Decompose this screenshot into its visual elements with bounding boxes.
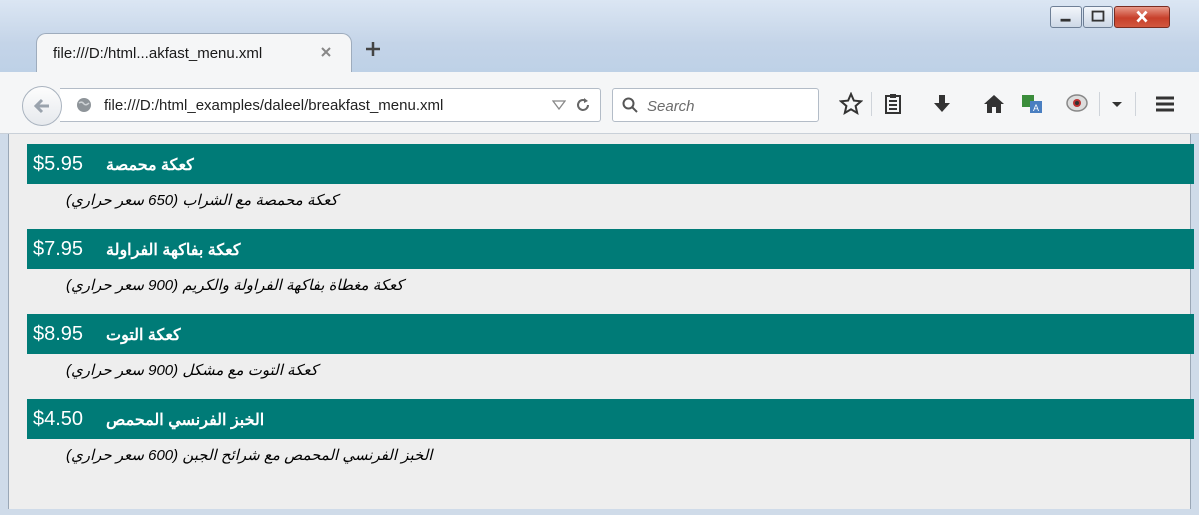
food-name: كعكة محمصة <box>106 157 194 174</box>
food-header: $7.95 كعكة بفاكهة الفراولة <box>27 229 1194 269</box>
tab-breakfast-menu[interactable]: file:///D:/html...akfast_menu.xml <box>36 33 352 73</box>
bookmark-button[interactable] <box>838 91 864 116</box>
page-content: $5.95 كعكة محمصة (كعكة محمصة مع الشراب (… <box>8 134 1194 509</box>
back-arrow-icon <box>33 98 49 114</box>
plus-icon[interactable] <box>362 38 384 60</box>
food-header: $5.95 كعكة محمصة <box>27 144 1194 184</box>
translate-button[interactable]: A <box>1020 92 1044 116</box>
chat-button[interactable] <box>1065 92 1089 116</box>
food-description: (كعكة التوت مع مشكل (900 سعر حراري <box>66 362 318 379</box>
food-name: كعكة التوت <box>106 327 181 344</box>
food-header: $8.95 كعكة التوت <box>27 314 1194 354</box>
home-icon <box>984 95 1004 113</box>
food-description: (الخبز الفرنسي المحمص مع شرائح الجبن (60… <box>66 447 433 464</box>
minimize-icon <box>1060 18 1071 22</box>
download-icon <box>934 95 950 112</box>
search-box[interactable] <box>612 88 819 122</box>
reading-list-button[interactable] <box>881 92 905 116</box>
toolbar-separator <box>1135 92 1136 116</box>
minimize-button[interactable] <box>1050 6 1082 28</box>
window-titlebar: file:///D:/html...akfast_menu.xml <box>0 0 1199 80</box>
navigation-toolbar: file:///D:/html_examples/daleel/breakfas… <box>0 72 1199 134</box>
chat-icon <box>1066 94 1088 112</box>
search-input[interactable] <box>645 95 814 117</box>
food-name: الخبز الفرنسي المحمص <box>106 412 265 429</box>
home-button[interactable] <box>982 92 1006 116</box>
close-button[interactable] <box>1114 6 1170 28</box>
food-price: $4.50 <box>33 408 84 430</box>
menu-icon <box>1156 96 1174 112</box>
translate-icon: A <box>1022 95 1042 113</box>
toolbar-separator <box>1099 92 1100 116</box>
tab-close-icon[interactable] <box>317 43 335 61</box>
food-price: $7.95 <box>33 238 84 260</box>
maximize-button[interactable] <box>1083 6 1113 28</box>
dropdown-icon[interactable] <box>552 100 566 110</box>
maximize-icon <box>1091 10 1105 22</box>
food-name: كعكة بفاكهة الفراولة <box>106 242 241 259</box>
toolbar-separator <box>871 92 872 116</box>
reading-list-icon <box>885 94 901 114</box>
tab-title: file:///D:/html...akfast_menu.xml <box>53 45 263 62</box>
food-price: $8.95 <box>33 323 84 345</box>
food-description: (كعكة محمصة مع الشراب (650 سعر حراري <box>66 192 338 209</box>
menu-button[interactable] <box>1153 92 1177 116</box>
back-button[interactable] <box>22 86 62 126</box>
chevron-down-icon <box>1112 102 1122 107</box>
food-price: $5.95 <box>33 153 84 175</box>
url-bar[interactable]: file:///D:/html_examples/daleel/breakfas… <box>60 88 601 122</box>
close-icon <box>1136 10 1148 23</box>
svg-text:A: A <box>1033 103 1039 113</box>
search-icon <box>622 97 638 113</box>
reload-icon[interactable] <box>574 96 592 114</box>
star-icon <box>838 91 864 116</box>
globe-icon <box>77 98 91 112</box>
url-text: file:///D:/html_examples/daleel/breakfas… <box>104 97 444 114</box>
overflow-dropdown[interactable] <box>1105 92 1129 116</box>
download-button[interactable] <box>930 92 954 116</box>
food-description: (كعكة مغطاة بفاكهة الفراولة والكريم (900… <box>66 277 404 294</box>
window-bottom-border <box>8 509 1191 515</box>
food-header: $4.50 الخبز الفرنسي المحمص <box>27 399 1194 439</box>
